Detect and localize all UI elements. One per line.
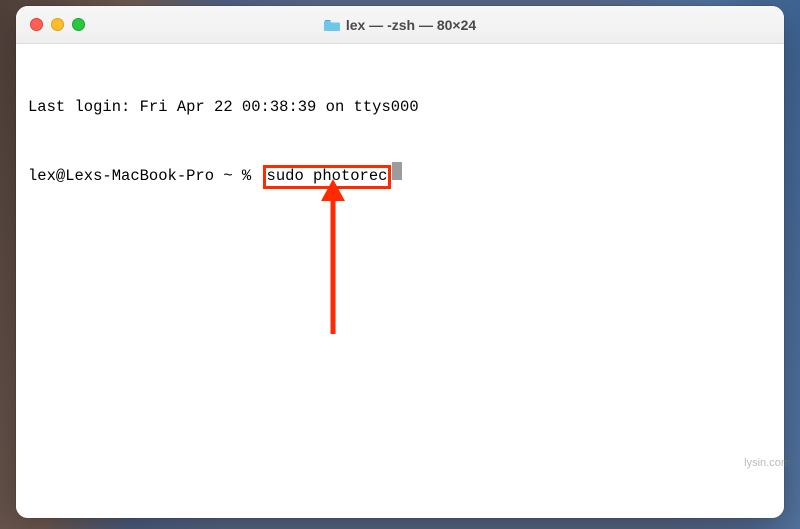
window-title: lex — -zsh — 80×24 [346, 17, 476, 33]
last-login-line: Last login: Fri Apr 22 00:38:39 on ttys0… [28, 97, 772, 119]
shell-prompt: lex@Lexs-MacBook-Pro ~ % [28, 166, 261, 188]
command-highlight: sudo photorec [263, 165, 392, 189]
close-icon[interactable] [30, 18, 43, 31]
home-folder-icon [324, 18, 340, 32]
watermark-text: lysin.com [744, 457, 790, 469]
window-controls [16, 18, 85, 31]
typed-command: sudo photorec [267, 167, 388, 185]
prompt-line: lex@Lexs-MacBook-Pro ~ % sudo photorec [28, 162, 772, 189]
maximize-icon[interactable] [72, 18, 85, 31]
window-titlebar[interactable]: lex — -zsh — 80×24 [16, 6, 784, 44]
title-center: lex — -zsh — 80×24 [16, 17, 784, 33]
cursor-icon [392, 162, 402, 180]
minimize-icon[interactable] [51, 18, 64, 31]
terminal-window: lex — -zsh — 80×24 Last login: Fri Apr 2… [16, 6, 784, 518]
terminal-content[interactable]: Last login: Fri Apr 22 00:38:39 on ttys0… [16, 44, 784, 518]
